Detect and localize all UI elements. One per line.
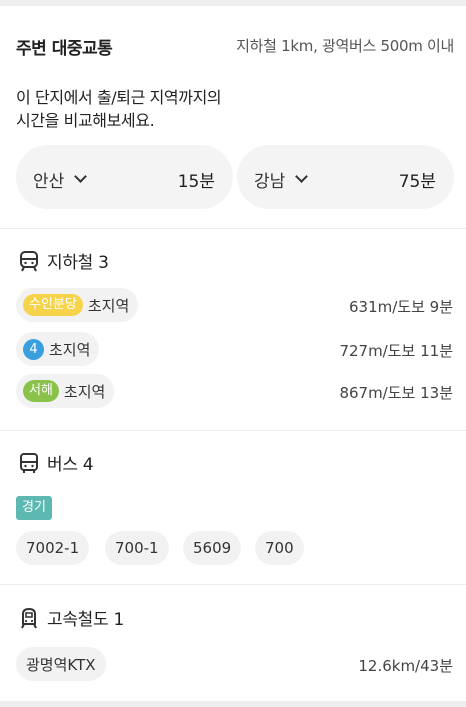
line-badge: 서해	[23, 380, 59, 402]
destination-time: 75분	[398, 172, 436, 192]
description: 이 단지에서 출/퇴근 지역까지의 시간을 비교해보세요.	[16, 88, 222, 130]
bus-icon	[20, 452, 38, 473]
destination-name: 안산	[33, 172, 65, 192]
bus-title: 버스 4	[18, 450, 94, 475]
destination-name: 강남	[254, 172, 286, 192]
station-distance: 12.6km/43분	[358, 657, 453, 675]
rail-title: 고속철도 1	[18, 605, 124, 630]
line-badge: 수인분당	[23, 294, 83, 316]
subway-station-chip[interactable]: 서해 초지역	[16, 374, 115, 408]
section-subtitle: 지하철 1km, 광역버스 500m 이내	[236, 37, 454, 55]
line-badge: 4	[23, 338, 44, 360]
bus-route-chip[interactable]: 7002-1	[16, 531, 90, 565]
destination-time: 15분	[177, 172, 215, 192]
subway-card: 지하철 3 수인분당 초지역 631m/도보 9분 4 초지역 727m/도보 …	[0, 229, 466, 430]
destination-select-gangnam[interactable]: 강남 75분	[237, 145, 454, 209]
bus-card: 버스 4 경기 7002-1 700-1 5609 700	[0, 431, 466, 584]
region-tag: 경기	[16, 496, 52, 520]
bus-route-chip[interactable]: 5609	[183, 531, 242, 565]
train-icon	[21, 607, 37, 628]
station-distance: 631m/도보 9분	[348, 298, 453, 316]
chevron-down-icon	[74, 170, 87, 183]
subway-station-chip[interactable]: 수인분당 초지역	[16, 288, 139, 322]
chevron-down-icon	[295, 170, 308, 183]
station-distance: 727m/도보 11분	[339, 342, 453, 360]
rail-station-chip[interactable]: 광명역KTX	[16, 647, 106, 681]
subway-title: 지하철 3	[18, 248, 109, 273]
subway-icon	[20, 250, 38, 271]
section-title: 주변 대중교통	[16, 39, 113, 59]
destination-select-ansan[interactable]: 안산 15분	[16, 145, 233, 209]
subway-station-chip[interactable]: 4 초지역	[16, 332, 100, 366]
bus-route-chip[interactable]: 700-1	[105, 531, 169, 565]
bus-route-chip[interactable]: 700	[255, 531, 304, 565]
rail-card: 고속철도 1 광명역KTX 12.6km/43분	[0, 585, 466, 701]
transit-overview-card: 주변 대중교통 지하철 1km, 광역버스 500m 이내 이 단지에서 출/퇴…	[0, 6, 466, 228]
station-distance: 867m/도보 13분	[339, 384, 453, 402]
